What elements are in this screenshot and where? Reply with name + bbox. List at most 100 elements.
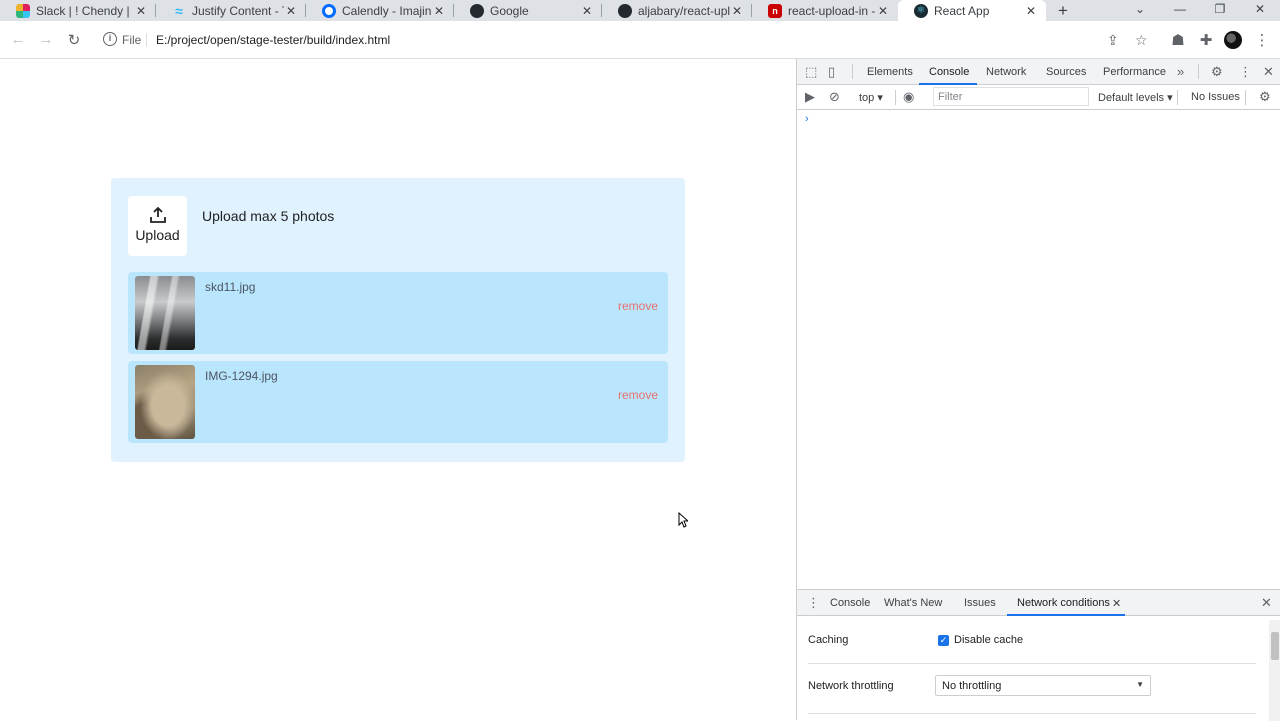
upload-panel: Upload Upload max 5 photos skd11.jpg rem… [111,178,685,462]
file-item: IMG-1294.jpg remove [128,361,668,443]
browser-window: Slack | ! Chendy | Im ✕ ≈ Justify Conten… [0,0,1280,721]
extension-icon[interactable]: ☗ [1168,31,1188,49]
drawer-tab-network-conditions[interactable]: Network conditions [1017,597,1110,609]
upload-button[interactable]: Upload [128,196,187,256]
close-icon[interactable]: ✕ [580,4,594,18]
settings-gear-icon[interactable]: ⚙ [1211,64,1223,80]
browser-toolbar: ← → ↻ i File E:/project/open/stage-teste… [0,21,1280,59]
file-thumbnail [135,276,195,350]
close-icon[interactable]: ✕ [284,4,298,18]
close-icon[interactable]: ✕ [730,4,744,18]
toolbar-separator [1245,90,1246,105]
close-window-icon[interactable]: ✕ [1240,0,1280,21]
devtools-panel: ⬚ ▯ Elements Console Network Sources Per… [796,59,1280,721]
levels-value: Default levels [1098,92,1165,104]
drawer-menu-kebab-icon[interactable]: ⋮ [807,595,820,611]
tab-github-repo[interactable]: aljabary/react-uploa ✕ [602,0,752,21]
close-drawer-icon[interactable]: ✕ [1261,595,1272,611]
tab-title: React App [934,3,990,18]
caching-label: Caching [808,634,849,646]
throttling-label: Network throttling [808,680,894,692]
upload-label: Upload [135,227,180,243]
drawer-tab-issues[interactable]: Issues [964,597,996,609]
toolbar-separator [895,90,896,105]
puzzle-extensions-icon[interactable]: ✚ [1196,31,1216,49]
forward-icon[interactable]: → [36,31,56,48]
disable-cache-label[interactable]: Disable cache [954,634,1023,646]
calendly-icon [322,3,336,18]
tab-performance[interactable]: Performance [1103,66,1166,78]
context-selector[interactable]: top ▾ [859,91,883,104]
console-toolbar: ▶ ⊘ top ▾ ◉ Filter Default levels ▾ No I… [797,85,1280,110]
restore-icon[interactable]: ❐ [1200,0,1240,21]
minimize-icon[interactable]: — [1160,0,1200,21]
more-tabs-icon[interactable]: » [1177,64,1184,79]
log-levels-dropdown[interactable]: Default levels ▾ [1098,91,1173,104]
remove-button[interactable]: remove [618,299,658,313]
console-filter-input[interactable]: Filter [933,87,1089,106]
close-drawer-tab-icon[interactable]: ✕ [1112,597,1121,610]
close-icon[interactable]: ✕ [134,4,148,18]
console-prompt-chevron-icon[interactable]: › [805,113,809,125]
issues-counter[interactable]: No Issues [1191,91,1240,103]
inspect-element-icon[interactable]: ⬚ [805,64,817,80]
tab-tailwind[interactable]: ≈ Justify Content - Tail ✕ [156,0,306,21]
new-tab-icon[interactable]: + [1058,1,1068,21]
drawer-scrollbar[interactable] [1269,620,1280,721]
github-icon [470,3,484,18]
tab-console[interactable]: Console [929,66,969,78]
eye-icon[interactable]: ◉ [903,89,914,105]
drawer-tab-whats-new[interactable]: What's New [884,597,942,609]
file-name: skd11.jpg [205,280,256,294]
section-divider [808,713,1256,714]
close-icon[interactable]: ✕ [1024,4,1038,18]
tab-google[interactable]: Google ✕ [454,0,602,21]
profile-avatar[interactable] [1224,31,1242,49]
toolbar-separator [1198,64,1199,79]
scrollbar-thumb[interactable] [1271,632,1279,660]
menu-kebab-icon[interactable]: ⋮ [1252,31,1272,49]
tab-elements[interactable]: Elements [867,66,913,78]
tab-title: Justify Content - Tail [192,3,284,18]
omnibox-separator [146,33,147,47]
reload-icon[interactable]: ↻ [64,31,84,49]
active-drawer-tab-indicator [1007,614,1125,616]
upload-title: Upload max 5 photos [202,208,335,224]
file-item: skd11.jpg remove [128,272,668,354]
bookmark-star-icon[interactable]: ☆ [1135,32,1148,49]
tab-search-icon[interactable]: ⌄ [1120,0,1160,21]
close-icon[interactable]: ✕ [876,4,890,18]
sidebar-toggle-icon[interactable]: ▶ [805,89,815,105]
tab-network[interactable]: Network [986,66,1026,78]
url-text[interactable]: E:/project/open/stage-tester/build/index… [156,33,390,47]
remove-button[interactable]: remove [618,388,658,402]
close-devtools-icon[interactable]: ✕ [1263,64,1274,80]
customize-kebab-icon[interactable]: ⋮ [1239,64,1252,80]
tab-react-app[interactable]: ⚛ React App ✕ [898,0,1046,21]
tab-slack[interactable]: Slack | ! Chendy | Im ✕ [0,0,156,21]
drawer-tab-console[interactable]: Console [830,597,870,609]
tab-title: Google [490,3,529,18]
file-name: IMG-1294.jpg [205,369,278,383]
tab-sources[interactable]: Sources [1046,66,1086,78]
toolbar-separator [852,64,853,79]
slack-icon [16,3,30,18]
disable-cache-checkbox[interactable]: ✓ [938,635,949,646]
tab-calendly[interactable]: Calendly - Imajin HR ✕ [306,0,454,21]
upload-icon [149,206,166,223]
tab-npm[interactable]: n react-upload-in - np ✕ [752,0,898,21]
throttling-select[interactable]: No throttling ▼ [935,675,1151,696]
tab-title: react-upload-in - np [788,3,876,18]
back-icon[interactable]: ← [8,31,28,48]
info-icon[interactable]: i [103,32,117,46]
share-icon[interactable]: ⇪ [1107,32,1119,49]
npm-icon: n [768,3,782,18]
section-divider [808,663,1256,664]
tab-strip: Slack | ! Chendy | Im ✕ ≈ Justify Conten… [0,0,1280,21]
close-icon[interactable]: ✕ [432,4,446,18]
tab-title: aljabary/react-uploa [638,3,730,18]
console-settings-icon[interactable]: ⚙ [1259,89,1271,105]
clear-console-icon[interactable]: ⊘ [829,89,840,105]
device-toolbar-icon[interactable]: ▯ [828,64,835,80]
address-bar[interactable]: i File E:/project/open/stage-tester/buil… [95,26,1163,54]
